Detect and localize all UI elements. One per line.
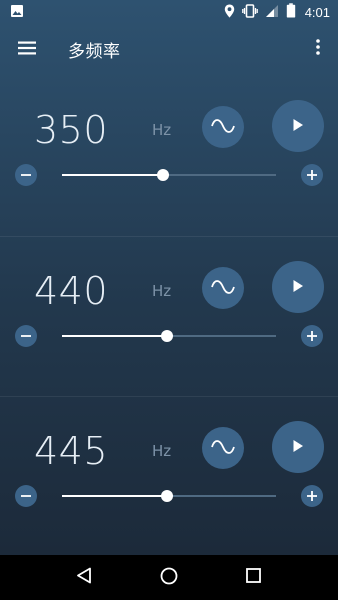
frequency-slider[interactable] — [62, 169, 276, 181]
home-icon — [160, 567, 178, 589]
waveform-button[interactable] — [202, 106, 244, 148]
increase-frequency-button[interactable] — [301, 485, 323, 507]
minus-icon — [20, 327, 32, 346]
app-title: 多频率 — [68, 41, 121, 62]
tone-row-3: 445 Hz — [0, 396, 338, 555]
slider-thumb[interactable] — [161, 490, 173, 502]
slider-fill — [62, 335, 167, 337]
sine-wave-icon — [211, 279, 235, 298]
status-bar: 4:01 — [0, 0, 338, 24]
plus-icon — [306, 166, 318, 185]
plus-icon — [306, 327, 318, 346]
menu-icon — [18, 40, 36, 59]
play-button[interactable] — [272, 261, 324, 313]
plus-icon — [306, 487, 318, 506]
sine-wave-icon — [211, 118, 235, 137]
frequency-unit: Hz — [152, 282, 172, 300]
increase-frequency-button[interactable] — [301, 325, 323, 347]
play-icon — [292, 438, 304, 457]
tone-row-2-content: 440 Hz — [0, 261, 338, 397]
decrease-frequency-button[interactable] — [15, 164, 37, 186]
app-bar: 多频率 — [0, 24, 338, 74]
play-button[interactable] — [272, 421, 324, 473]
decrease-frequency-button[interactable] — [15, 325, 37, 347]
more-options-button[interactable] — [298, 24, 338, 74]
battery-icon — [286, 2, 296, 22]
frequency-unit: Hz — [152, 121, 172, 139]
signal-icon — [265, 3, 279, 22]
increase-frequency-button[interactable] — [301, 164, 323, 186]
tone-row-3-content: 445 Hz — [0, 421, 338, 555]
vibrate-icon — [241, 3, 258, 22]
play-icon — [292, 117, 304, 136]
recents-icon — [246, 568, 262, 587]
minus-icon — [20, 166, 32, 185]
frequency-value[interactable]: 445 — [34, 429, 108, 473]
frequency-slider[interactable] — [62, 490, 276, 502]
minus-icon — [20, 487, 32, 506]
waveform-button[interactable] — [202, 267, 244, 309]
more-vert-icon — [316, 39, 320, 59]
menu-button[interactable] — [0, 24, 54, 74]
home-button[interactable] — [149, 558, 189, 598]
slider-fill — [62, 495, 167, 497]
decrease-frequency-button[interactable] — [15, 485, 37, 507]
frequency-slider[interactable] — [62, 330, 276, 342]
recents-button[interactable] — [234, 558, 274, 598]
slider-thumb[interactable] — [157, 169, 169, 181]
play-button[interactable] — [272, 100, 324, 152]
frequency-value[interactable]: 350 — [34, 108, 108, 152]
waveform-button[interactable] — [202, 427, 244, 469]
frequency-unit: Hz — [152, 442, 172, 460]
back-button[interactable] — [64, 558, 104, 598]
navigation-bar — [0, 555, 338, 600]
frequency-value[interactable]: 440 — [34, 269, 108, 313]
tone-row-2: 440 Hz — [0, 236, 338, 396]
app-screen: 4:01 多频率 350 Hz 440 Hz 445 Hz — [0, 0, 338, 555]
play-icon — [292, 278, 304, 297]
slider-thumb[interactable] — [161, 330, 173, 342]
sine-wave-icon — [211, 439, 235, 458]
location-icon — [224, 3, 235, 22]
image-icon — [10, 3, 24, 22]
back-icon — [76, 567, 92, 588]
status-time: 4:01 — [304, 4, 330, 20]
slider-fill — [62, 174, 163, 176]
